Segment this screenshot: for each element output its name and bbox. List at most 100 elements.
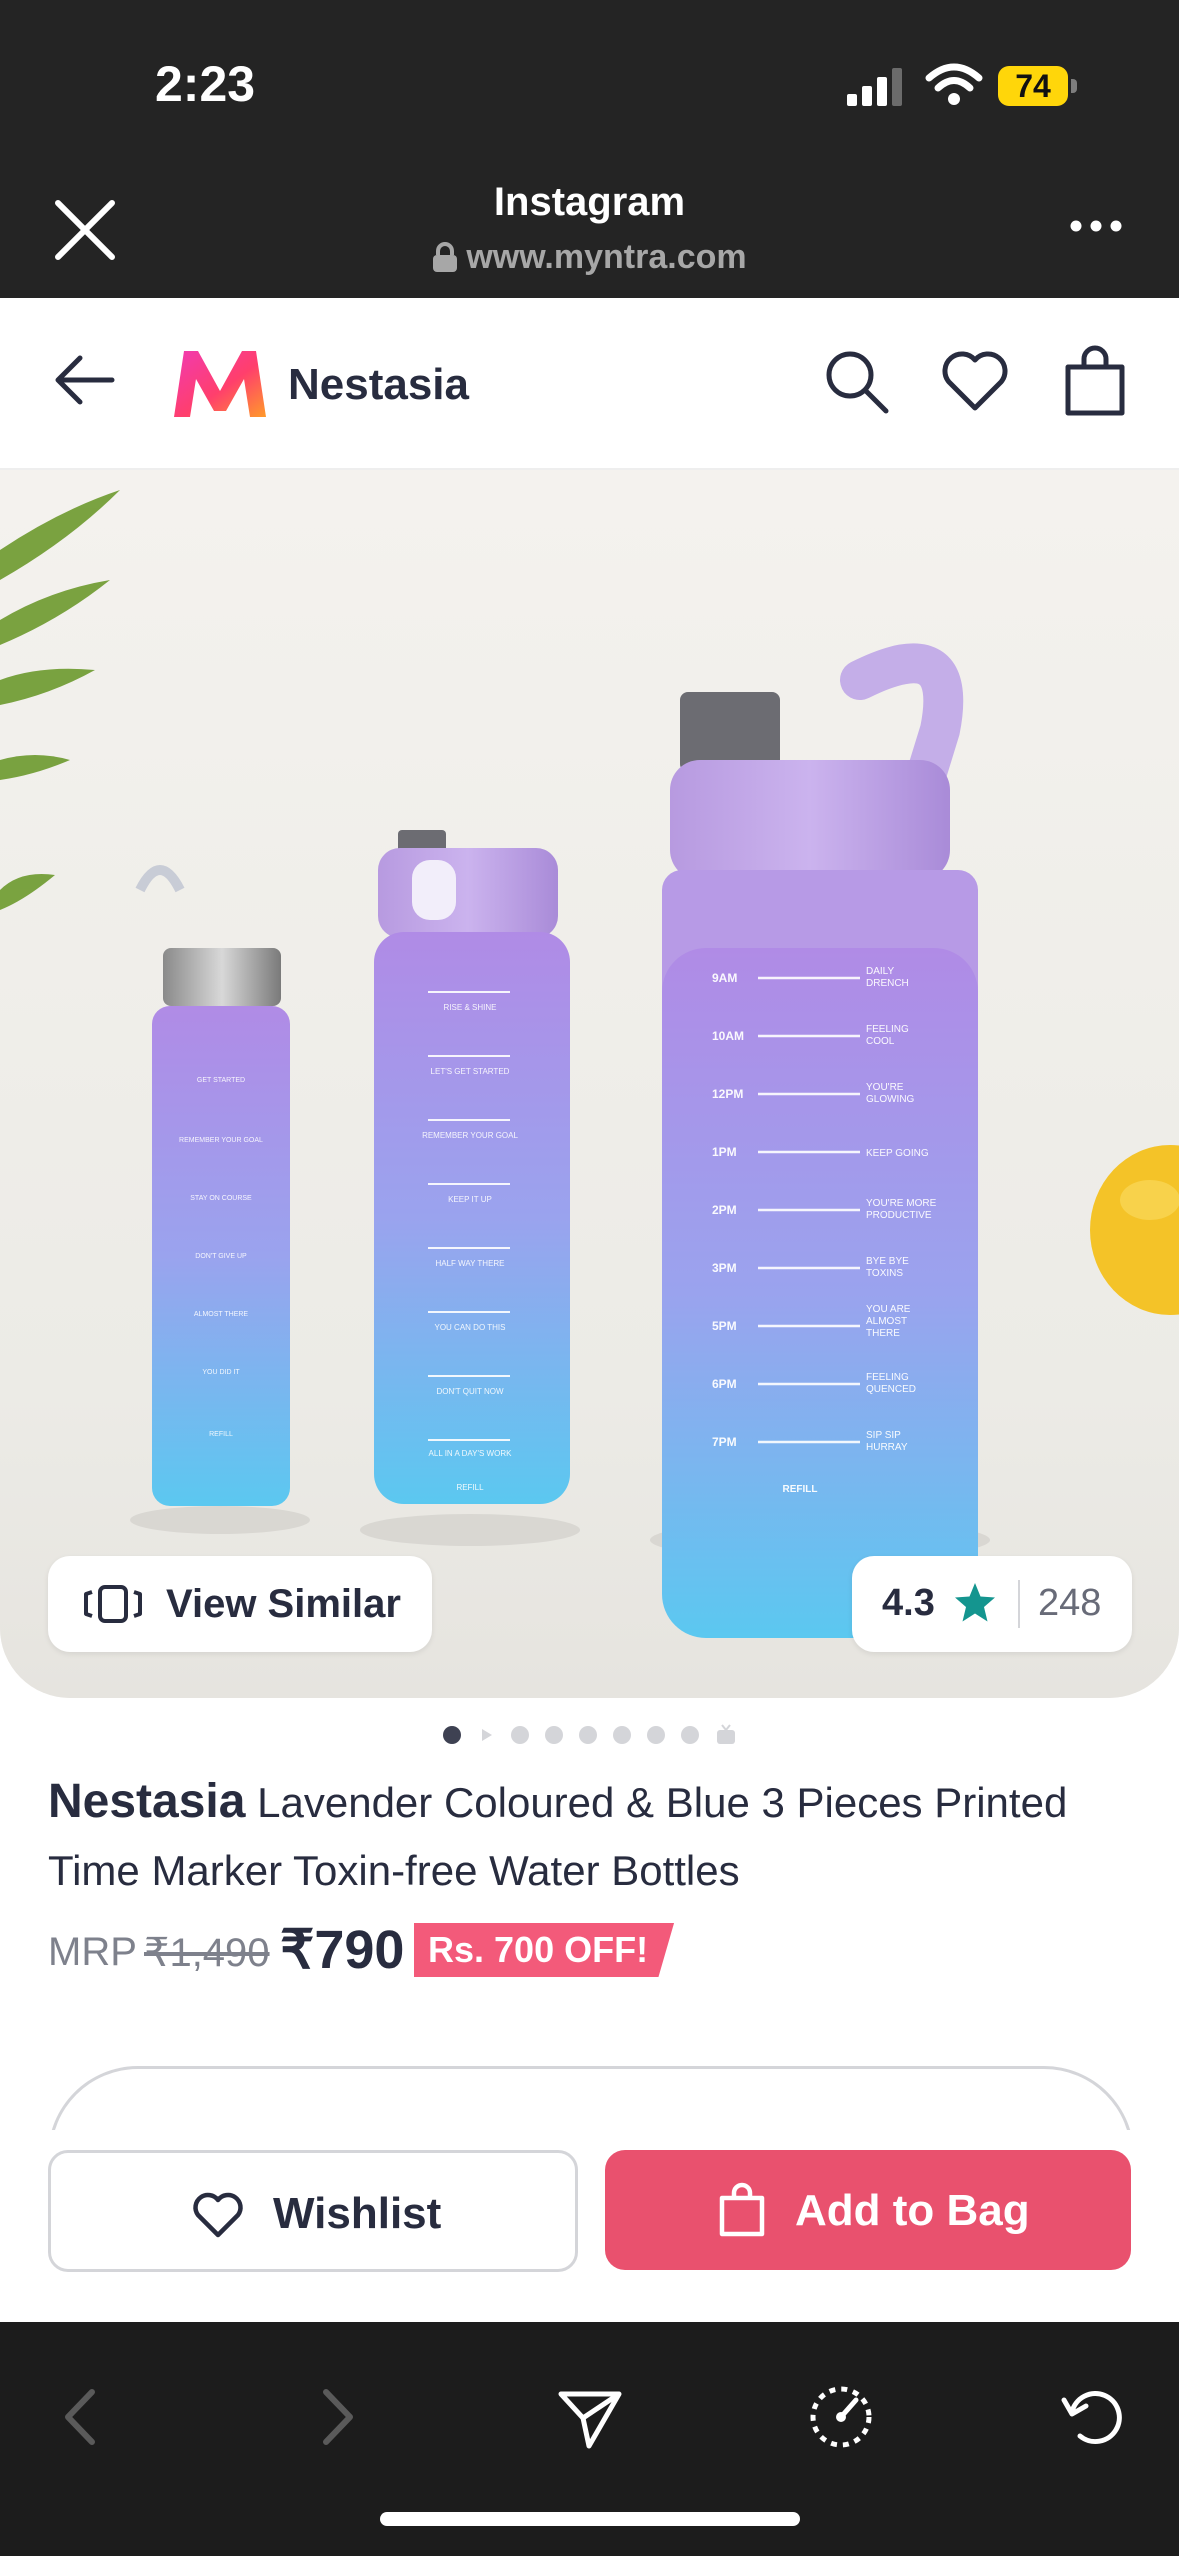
svg-text:ALMOST THERE: ALMOST THERE [194, 1311, 249, 1318]
svg-text:GET STARTED: GET STARTED [197, 1077, 245, 1084]
browser-url: www.myntra.com [466, 238, 747, 276]
battery-level: 74 [1015, 68, 1051, 104]
svg-text:REMEMBER YOUR GOAL: REMEMBER YOUR GOAL [422, 1131, 518, 1140]
svg-text:LET'S GET STARTED: LET'S GET STARTED [431, 1067, 510, 1076]
view-similar-label: View Similar [166, 1582, 401, 1626]
svg-text:DON'T QUIT NOW: DON'T QUIT NOW [436, 1387, 503, 1396]
bag-icon [719, 2182, 765, 2237]
speed-gauge-icon[interactable] [806, 2382, 876, 2452]
rating-count: 248 [1038, 1582, 1102, 1624]
offer-badge: Rs. 700 OFF! [414, 1923, 675, 1977]
svg-text:REFILL: REFILL [456, 1483, 484, 1492]
svg-text:HURRAY: HURRAY [866, 1442, 908, 1453]
svg-text:9AM: 9AM [712, 971, 737, 985]
svg-text:COOL: COOL [866, 1036, 895, 1047]
home-indicator[interactable] [380, 2512, 800, 2526]
wishlist-label: Wishlist [273, 2189, 442, 2238]
back-arrow-icon[interactable] [50, 350, 120, 410]
bag-icon[interactable] [1062, 345, 1128, 417]
heart-icon [193, 2192, 243, 2238]
rating-value: 4.3 [882, 1582, 935, 1624]
svg-text:10AM: 10AM [712, 1029, 744, 1043]
tv-icon[interactable] [715, 1724, 737, 1746]
svg-text:6PM: 6PM [712, 1377, 737, 1391]
lock-icon [433, 242, 458, 272]
svg-text:REFILL: REFILL [783, 1484, 818, 1495]
svg-text:7PM: 7PM [712, 1435, 737, 1449]
svg-text:ALL IN A DAY'S WORK: ALL IN A DAY'S WORK [429, 1449, 513, 1458]
svg-text:BYE BYE: BYE BYE [866, 1256, 909, 1267]
more-icon[interactable] [1068, 218, 1124, 234]
carousel-dot[interactable] [510, 1726, 529, 1744]
svg-text:HALF WAY THERE: HALF WAY THERE [435, 1259, 504, 1268]
mrp-value: ₹1,490 [144, 1931, 270, 1975]
svg-text:REMEMBER YOUR GOAL: REMEMBER YOUR GOAL [179, 1137, 263, 1144]
browser-url-row[interactable]: www.myntra.com [0, 238, 1179, 277]
svg-text:FEELING: FEELING [866, 1024, 909, 1035]
svg-text:YOU'RE MORE: YOU'RE MORE [866, 1198, 937, 1209]
star-icon [955, 1583, 995, 1622]
battery-indicator: 74 [998, 66, 1078, 106]
store-page-title: Nestasia [288, 360, 470, 409]
carousel-dot[interactable] [544, 1726, 563, 1744]
svg-text:PRODUCTIVE: PRODUCTIVE [866, 1210, 932, 1221]
product-title: Nestasia Lavender Coloured & Blue 3 Piec… [48, 1768, 1128, 1905]
svg-text:5PM: 5PM [712, 1319, 737, 1333]
svg-text:KEEP IT UP: KEEP IT UP [448, 1195, 492, 1204]
price-row: MRP ₹1,490 ₹790 Rs. 700 OFF! [48, 1918, 1148, 1998]
back-icon[interactable] [48, 2382, 118, 2452]
svg-text:YOU CAN DO THIS: YOU CAN DO THIS [435, 1323, 506, 1332]
add-to-bag-label: Add to Bag [795, 2186, 1030, 2235]
myntra-logo[interactable] [170, 345, 270, 421]
wifi-icon [925, 63, 983, 105]
svg-text:ALMOST: ALMOST [866, 1316, 907, 1327]
svg-text:REFILL: REFILL [209, 1431, 233, 1438]
battery-body: 74 [998, 66, 1068, 106]
status-time: 2:23 [155, 56, 256, 112]
svg-text:DAILY: DAILY [866, 966, 894, 977]
product-image[interactable]: GET STARTED REMEMBER YOUR GOAL STAY ON C… [0, 470, 1179, 1698]
share-send-icon[interactable] [555, 2382, 625, 2452]
svg-text:DON'T GIVE UP: DON'T GIVE UP [195, 1253, 247, 1260]
cellular-signal-icon [847, 68, 902, 106]
svg-text:STAY ON COURSE: STAY ON COURSE [190, 1195, 252, 1202]
forward-icon[interactable] [300, 2382, 370, 2452]
carousel-indicator [0, 1722, 1179, 1748]
svg-text:GLOWING: GLOWING [866, 1094, 915, 1105]
wishlist-button[interactable]: Wishlist [48, 2150, 578, 2272]
svg-text:TOXINS: TOXINS [866, 1268, 903, 1279]
add-to-bag-button[interactable]: Add to Bag [605, 2150, 1131, 2270]
svg-text:YOU DID IT: YOU DID IT [202, 1369, 240, 1376]
mrp-label: MRP [48, 1930, 137, 1974]
view-similar-icon [84, 1585, 142, 1623]
heart-icon[interactable] [940, 348, 1010, 414]
selling-price: ₹790 [280, 1920, 405, 1980]
carousel-dot[interactable] [612, 1726, 631, 1744]
rating-badge[interactable]: 4.3 248 [852, 1556, 1132, 1652]
carousel-dot[interactable] [646, 1726, 665, 1744]
water-bottles-photo: GET STARTED REMEMBER YOUR GOAL STAY ON C… [0, 470, 1179, 1698]
svg-text:SIP SIP: SIP SIP [866, 1430, 901, 1441]
svg-text:RISE & SHINE: RISE & SHINE [444, 1003, 497, 1012]
svg-text:3PM: 3PM [712, 1261, 737, 1275]
browser-title: Instagram [493, 180, 686, 224]
svg-text:FEELING: FEELING [866, 1372, 909, 1383]
svg-text:THERE: THERE [866, 1328, 900, 1339]
carousel-dot[interactable] [680, 1726, 699, 1744]
search-icon[interactable] [820, 345, 892, 417]
svg-text:12PM: 12PM [712, 1087, 743, 1101]
rating-divider [1018, 1580, 1020, 1628]
reload-icon[interactable] [1058, 2382, 1128, 2452]
video-play-icon[interactable] [477, 1726, 495, 1744]
svg-text:KEEP GOING: KEEP GOING [866, 1148, 929, 1159]
view-similar-button[interactable]: View Similar [48, 1556, 432, 1652]
carousel-dot[interactable] [442, 1726, 461, 1744]
svg-text:QUENCED: QUENCED [866, 1384, 916, 1395]
svg-text:1PM: 1PM [712, 1145, 737, 1159]
svg-text:2PM: 2PM [712, 1203, 737, 1217]
svg-text:DRENCH: DRENCH [866, 978, 909, 989]
svg-text:YOU'RE: YOU'RE [866, 1082, 904, 1093]
battery-tip [1071, 79, 1077, 93]
carousel-dot[interactable] [578, 1726, 597, 1744]
product-brand: Nestasia [48, 1775, 246, 1828]
